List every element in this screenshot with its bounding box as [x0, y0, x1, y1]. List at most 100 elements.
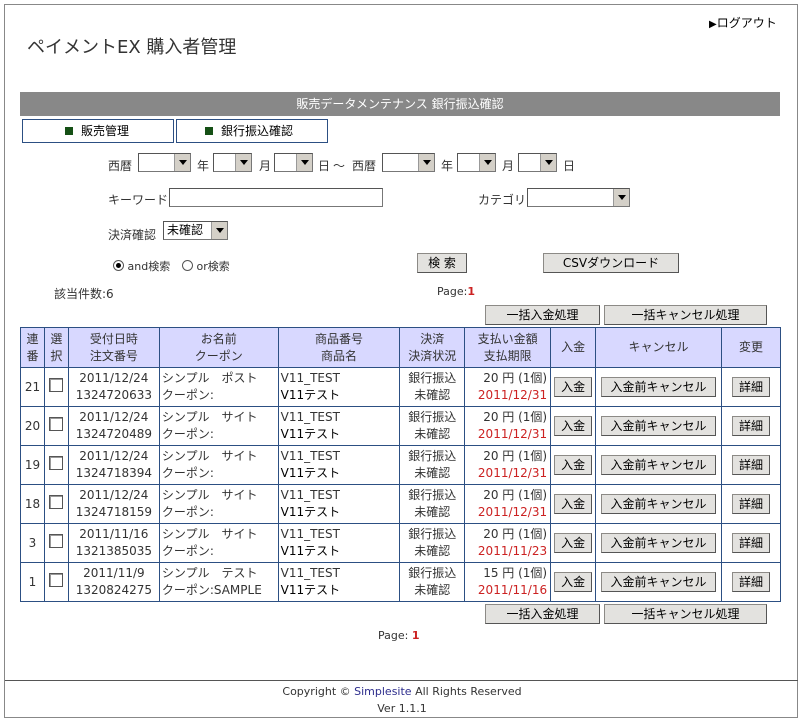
- to-month-select[interactable]: [457, 153, 496, 172]
- chevron-down-icon: [296, 154, 312, 171]
- or-search-option[interactable]: or検索: [182, 258, 230, 274]
- detail-button[interactable]: 詳細: [732, 455, 770, 475]
- detail-button[interactable]: 詳細: [732, 494, 770, 514]
- row-product-code: V11_TEST: [280, 410, 340, 424]
- row-checkbox[interactable]: [49, 533, 64, 548]
- deposit-button[interactable]: 入金: [554, 572, 593, 592]
- row-amount-cell: 20 円 (1個) 2011/12/31: [464, 367, 552, 407]
- row-checkbox[interactable]: [49, 455, 64, 470]
- square-bullet-icon: [65, 127, 73, 135]
- deposit-button[interactable]: 入金: [554, 416, 593, 436]
- table-row: 21 2011/12/24 1324720633 シンプル ポスト クーポン: V11_T…: [20, 367, 781, 407]
- detail-button[interactable]: 詳細: [732, 416, 770, 436]
- category-select[interactable]: [527, 188, 630, 207]
- from-day-select[interactable]: [274, 153, 313, 172]
- row-deadline: 2011/12/31: [477, 505, 548, 519]
- keyword-input[interactable]: [169, 188, 383, 207]
- row-settlement-cell: 銀行振込 未確認: [399, 445, 466, 485]
- chevron-down-icon: [174, 154, 190, 171]
- row-order-number: 1324720489: [75, 427, 153, 441]
- col-header-change: 変更: [721, 327, 781, 368]
- row-select-cell: [43, 562, 69, 602]
- deposit-button[interactable]: 入金: [554, 377, 593, 397]
- row-product-code: V11_TEST: [280, 488, 340, 502]
- deposit-button[interactable]: 入金: [554, 455, 593, 475]
- row-amount-cell: 20 円 (1個) 2011/12/31: [464, 484, 552, 524]
- row-payment-status: 未確認: [414, 583, 451, 597]
- detail-button[interactable]: 詳細: [732, 533, 770, 553]
- bulk-cancel-button-bottom[interactable]: 一括キャンセル処理: [604, 604, 767, 624]
- app-title: ペイメントEX 購入者管理: [27, 37, 237, 58]
- col-header-select: 選択: [43, 327, 69, 368]
- row-deadline: 2011/11/16: [477, 583, 548, 597]
- pager-label: Page:: [378, 629, 409, 642]
- row-checkbox[interactable]: [49, 572, 64, 587]
- row-product-name: V11テスト: [280, 388, 341, 402]
- to-year-select[interactable]: [382, 153, 435, 172]
- row-coupon: クーポン:: [161, 544, 214, 558]
- from-month-select[interactable]: [213, 153, 252, 172]
- row-name-cell: シンプル サイト クーポン:: [158, 484, 279, 524]
- company-link[interactable]: Simplesite: [354, 685, 411, 698]
- row-name: シンプル ポスト: [161, 371, 258, 385]
- to-month-label: 月: [502, 159, 515, 173]
- pre-deposit-cancel-button[interactable]: 入金前キャンセル: [601, 416, 717, 436]
- row-product-cell: V11_TEST V11テスト: [277, 523, 401, 563]
- row-payment-method: 銀行振込: [408, 566, 457, 580]
- pre-deposit-cancel-button[interactable]: 入金前キャンセル: [601, 377, 717, 397]
- square-bullet-icon: [205, 127, 213, 135]
- row-settlement-cell: 銀行振込 未確認: [399, 406, 466, 446]
- pre-deposit-cancel-button[interactable]: 入金前キャンセル: [601, 455, 717, 475]
- deposit-button[interactable]: 入金: [554, 533, 593, 553]
- bulk-deposit-button[interactable]: 一括入金処理: [485, 305, 600, 325]
- range-separator: ～: [333, 159, 346, 173]
- from-year-select[interactable]: [138, 153, 191, 172]
- pre-deposit-cancel-button[interactable]: 入金前キャンセル: [601, 572, 717, 592]
- detail-button[interactable]: 詳細: [732, 572, 770, 592]
- row-amount: 20 円 (1個): [483, 488, 548, 502]
- pager-current-page[interactable]: 1: [412, 629, 420, 642]
- row-deposit-cell: 入金: [550, 367, 597, 407]
- to-day-select[interactable]: [518, 153, 557, 172]
- deposit-button[interactable]: 入金: [554, 494, 593, 514]
- and-search-option[interactable]: and検索: [113, 258, 170, 274]
- chevron-down-icon: [479, 154, 495, 171]
- row-payment-method: 銀行振込: [408, 527, 457, 541]
- to-year-label: 年: [441, 159, 454, 173]
- row-deadline: 2011/12/31: [477, 427, 548, 441]
- pager-current-page[interactable]: 1: [467, 285, 475, 298]
- row-number: 18: [20, 484, 45, 524]
- row-detail-cell: 詳細: [721, 484, 781, 524]
- bulk-cancel-button[interactable]: 一括キャンセル処理: [604, 305, 767, 325]
- row-product-name: V11テスト: [280, 583, 341, 597]
- row-name: シンプル サイト: [161, 527, 258, 541]
- result-count-label: 該当件数:: [54, 287, 107, 301]
- row-date: 2011/12/24: [79, 371, 149, 385]
- row-date-cell: 2011/12/24 1324720489: [67, 406, 160, 446]
- row-amount-cell: 20 円 (1個) 2011/12/31: [464, 445, 552, 485]
- pre-deposit-cancel-button[interactable]: 入金前キャンセル: [601, 533, 717, 553]
- row-checkbox[interactable]: [49, 494, 64, 509]
- row-checkbox[interactable]: [49, 416, 64, 431]
- detail-button[interactable]: 詳細: [732, 377, 770, 397]
- row-checkbox[interactable]: [49, 377, 64, 392]
- row-product-code: V11_TEST: [280, 566, 340, 580]
- row-number: 20: [20, 406, 45, 446]
- row-name-cell: シンプル サイト クーポン:: [158, 406, 279, 446]
- csv-download-button[interactable]: CSVダウンロード: [543, 253, 679, 273]
- settlement-select[interactable]: 未確認: [163, 221, 228, 240]
- row-date: 2011/12/24: [79, 449, 149, 463]
- logout-link[interactable]: ▶ログアウト: [709, 14, 777, 31]
- tab-sales-management[interactable]: 販売管理: [22, 119, 174, 143]
- row-product-name: V11テスト: [280, 505, 341, 519]
- settlement-value: 未確認: [167, 223, 204, 237]
- row-product-code: V11_TEST: [280, 527, 340, 541]
- pre-deposit-cancel-button[interactable]: 入金前キャンセル: [601, 494, 717, 514]
- row-coupon: クーポン:: [161, 466, 214, 480]
- chevron-down-icon: [235, 154, 251, 171]
- search-button[interactable]: 検 索: [417, 253, 467, 273]
- bulk-deposit-button-bottom[interactable]: 一括入金処理: [485, 604, 600, 624]
- tab-bank-transfer[interactable]: 銀行振込確認: [176, 119, 328, 143]
- to-era-label: 西暦: [352, 159, 377, 173]
- row-order-number: 1324718159: [75, 505, 153, 519]
